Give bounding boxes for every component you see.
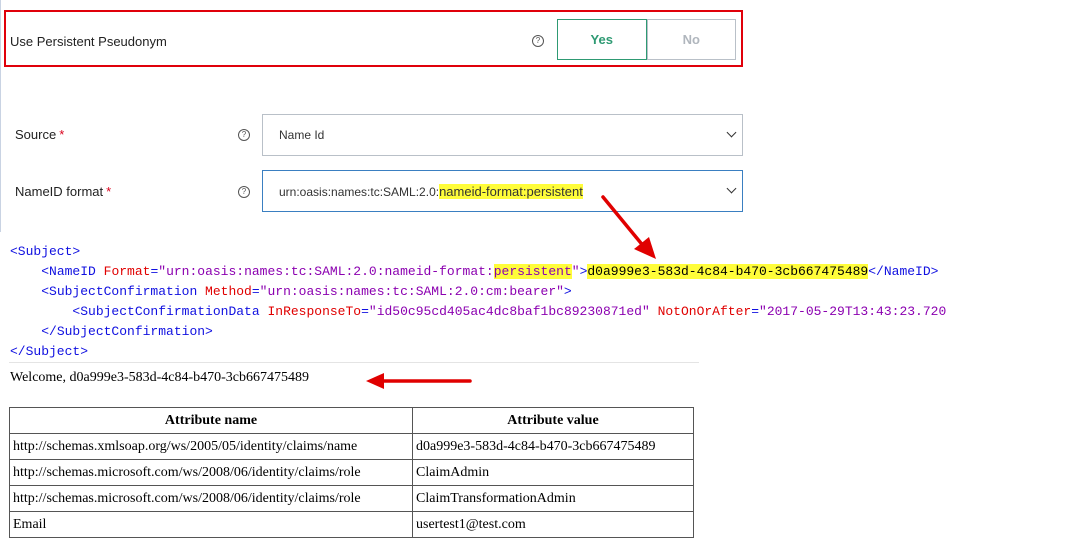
settings-form: Use Persistent Pseudonym ? Yes No Source…	[0, 0, 756, 232]
attribute-value-cell: ClaimTransformationAdmin	[412, 485, 694, 512]
table-header-row: Attribute name Attribute value	[9, 407, 694, 434]
nameid-format-select[interactable]: urn:oasis:names:tc:SAML:2.0:nameid-forma…	[262, 170, 743, 212]
help-icon[interactable]: ?	[532, 35, 544, 47]
yes-option-button[interactable]: Yes	[557, 19, 647, 60]
attribute-value-header: Attribute value	[412, 407, 694, 434]
attributes-table: Attribute name Attribute value http://sc…	[9, 407, 694, 538]
chevron-down-icon	[726, 127, 737, 138]
nameid-format-value: urn:oasis:names:tc:SAML:2.0:nameid-forma…	[279, 183, 583, 199]
divider	[9, 362, 699, 363]
source-select-value: Name Id	[279, 128, 325, 142]
persistent-pseudonym-toggle: Yes No	[557, 19, 736, 60]
nameid-format-label: NameID format *	[15, 184, 112, 199]
attribute-name-cell: http://schemas.xmlsoap.org/ws/2005/05/id…	[9, 433, 413, 460]
persistent-pseudonym-row: Use Persistent Pseudonym ? Yes No	[4, 10, 743, 67]
table-row: http://schemas.xmlsoap.org/ws/2005/05/id…	[9, 433, 694, 460]
help-icon[interactable]: ?	[238, 186, 250, 198]
table-row: http://schemas.microsoft.com/ws/2008/06/…	[9, 459, 694, 486]
no-option-button[interactable]: No	[646, 20, 736, 59]
source-select[interactable]: Name Id	[262, 114, 743, 156]
attribute-value-cell: d0a999e3-583d-4c84-b470-3cb667475489	[412, 433, 694, 460]
attribute-value-cell: ClaimAdmin	[412, 459, 694, 486]
saml-subject-xml: <Subject> <NameID Format="urn:oasis:name…	[10, 244, 947, 359]
welcome-message: Welcome, d0a999e3-583d-4c84-b470-3cb6674…	[10, 370, 310, 385]
source-label: Source *	[15, 127, 65, 142]
arrow-to-welcome-icon	[366, 373, 472, 389]
persistent-pseudonym-label: Use Persistent Pseudonym	[10, 34, 167, 49]
attribute-name-header: Attribute name	[9, 407, 413, 434]
nameid-value: d0a999e3-583d-4c84-b470-3cb667475489	[587, 264, 869, 279]
attribute-name-cell: http://schemas.microsoft.com/ws/2008/06/…	[9, 459, 413, 486]
attribute-name-cell: http://schemas.microsoft.com/ws/2008/06/…	[9, 485, 413, 512]
chevron-down-icon	[726, 183, 737, 194]
table-row: http://schemas.microsoft.com/ws/2008/06/…	[9, 485, 694, 512]
help-icon[interactable]: ?	[238, 129, 250, 141]
